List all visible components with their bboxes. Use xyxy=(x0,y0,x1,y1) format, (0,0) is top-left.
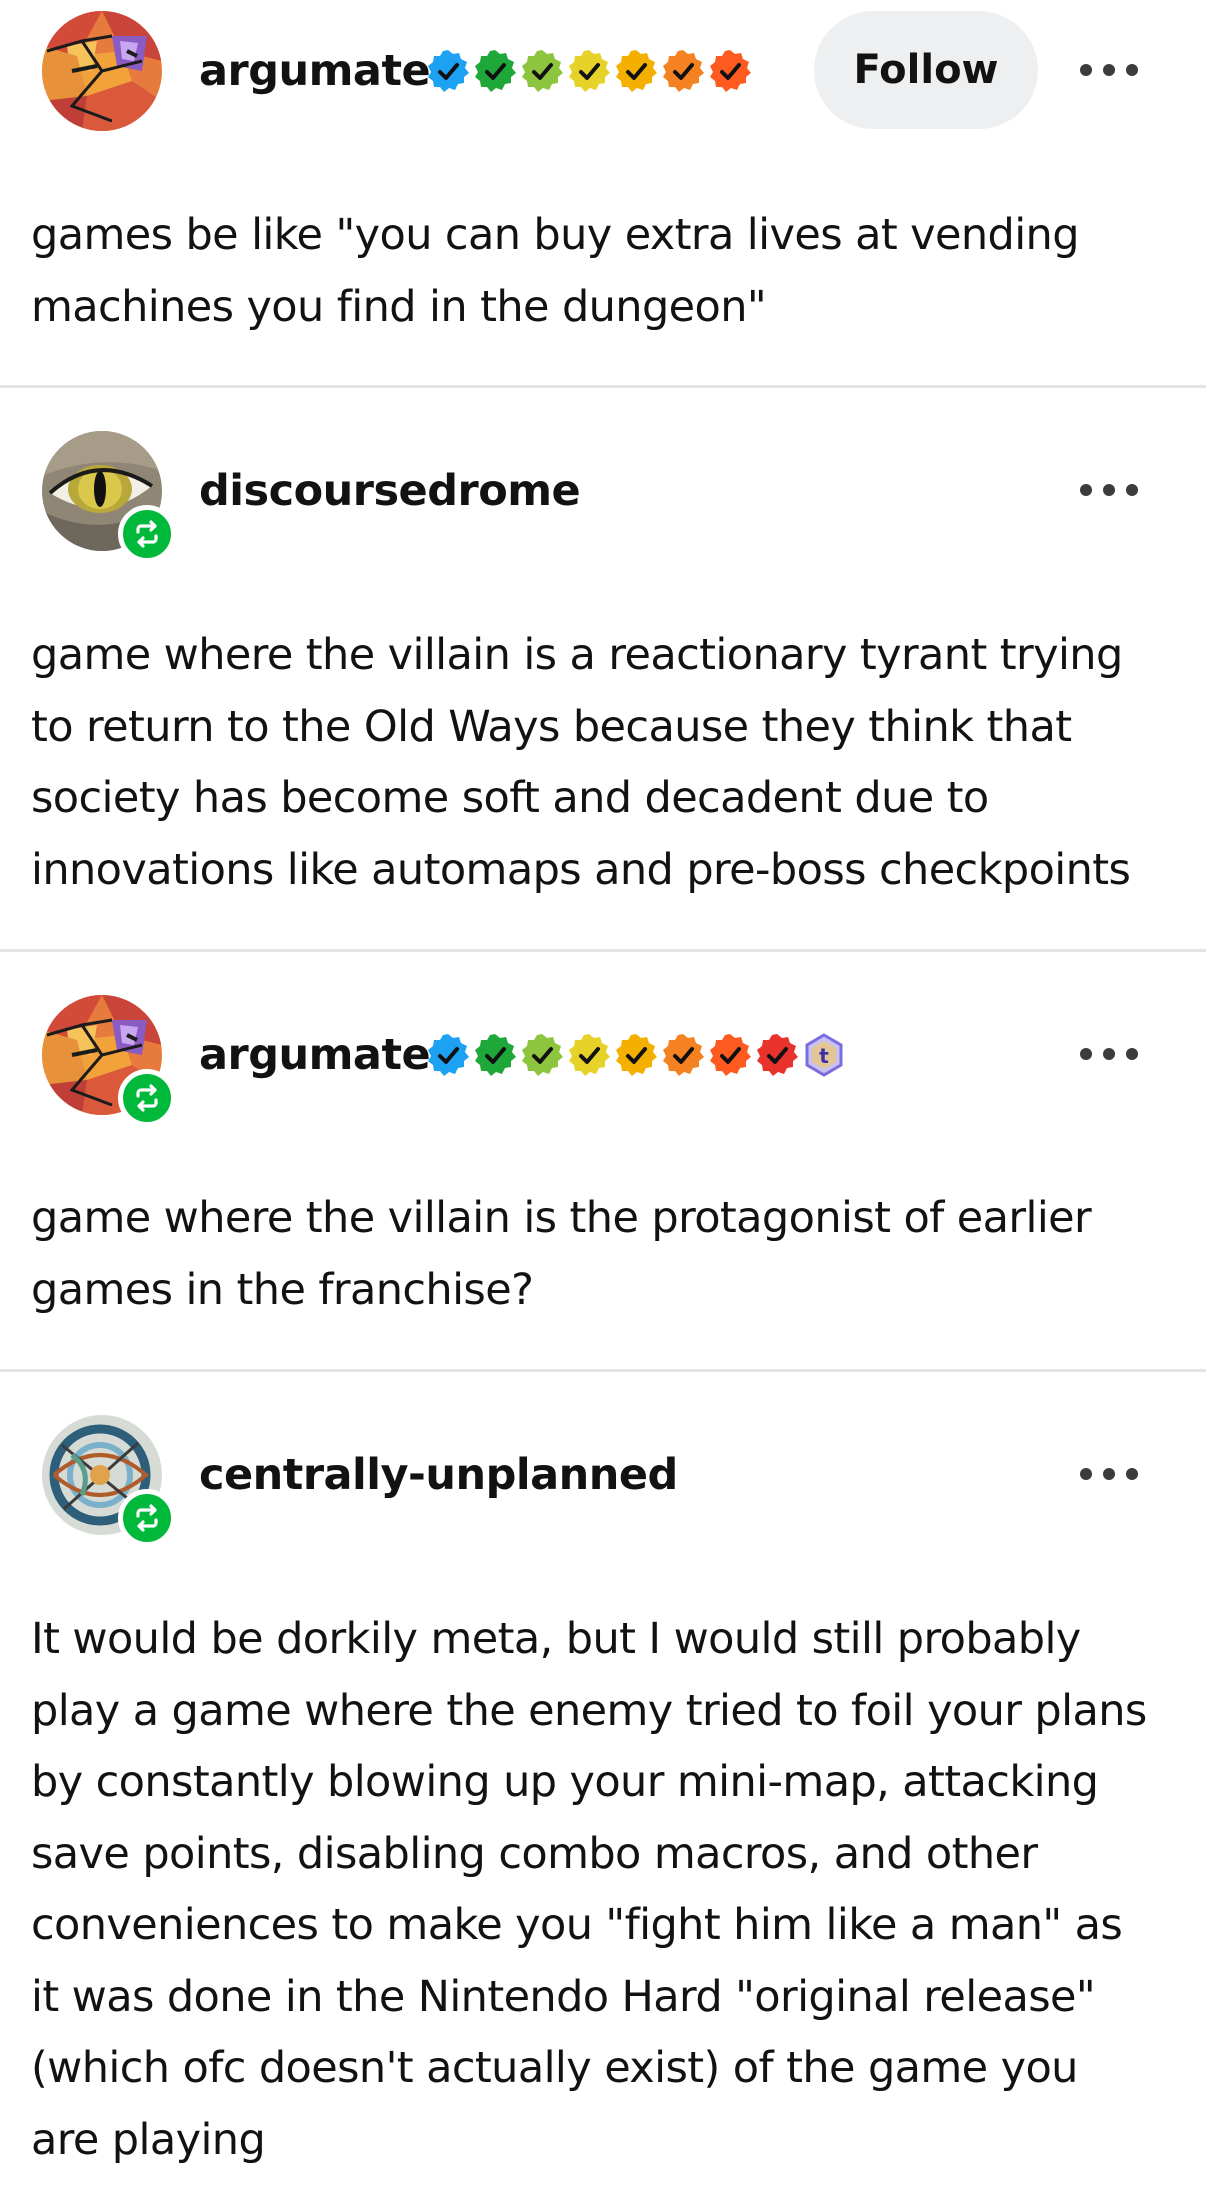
badge-row: t xyxy=(426,1033,846,1077)
avatar[interactable] xyxy=(42,1415,176,1547)
more-options-icon[interactable] xyxy=(1080,1464,1138,1484)
username[interactable]: argumate xyxy=(199,1030,431,1080)
verified-check-icon xyxy=(428,1034,469,1076)
badge-row xyxy=(426,49,752,93)
verified-check-icon xyxy=(569,50,610,92)
divider xyxy=(0,949,1206,952)
divider xyxy=(0,385,1206,388)
tumblr-t-badge-icon: t xyxy=(805,1033,843,1077)
follow-button[interactable]: Follow xyxy=(814,11,1038,129)
geometric-face-avatar-icon xyxy=(42,11,162,131)
username[interactable]: argumate xyxy=(199,46,431,96)
divider xyxy=(0,1369,1206,1372)
verified-check-icon xyxy=(616,1034,657,1076)
verified-check-icon xyxy=(710,1034,751,1076)
verified-check-icon xyxy=(522,1034,563,1076)
username[interactable]: discoursedrome xyxy=(199,466,581,516)
username[interactable]: centrally-unplanned xyxy=(199,1450,678,1500)
verified-check-icon xyxy=(475,50,516,92)
verified-check-icon xyxy=(428,50,469,92)
reblog-icon xyxy=(118,505,176,563)
reblog-icon xyxy=(118,1069,176,1127)
post-text: games be like "you can buy extra lives a… xyxy=(31,210,1079,332)
verified-check-icon xyxy=(663,50,704,92)
svg-text:t: t xyxy=(819,1044,829,1068)
avatar[interactable] xyxy=(42,11,162,131)
verified-check-icon xyxy=(757,1034,798,1076)
verified-check-icon xyxy=(710,50,751,92)
verified-check-icon xyxy=(522,50,563,92)
verified-check-icon xyxy=(475,1034,516,1076)
avatar[interactable] xyxy=(42,431,176,563)
avatar[interactable] xyxy=(42,995,176,1127)
post-text: game where the villain is the protagonis… xyxy=(31,1193,1092,1315)
more-options-icon[interactable] xyxy=(1080,60,1138,80)
more-options-icon[interactable] xyxy=(1080,1044,1138,1064)
reblog-icon xyxy=(118,1489,176,1547)
verified-check-icon xyxy=(663,1034,704,1076)
verified-check-icon xyxy=(569,1034,610,1076)
post-text: game where the villain is a reactionary … xyxy=(31,630,1131,895)
verified-check-icon xyxy=(616,50,657,92)
post-text: It would be dorkily meta, but I would st… xyxy=(31,1614,1147,2165)
more-options-icon[interactable] xyxy=(1080,480,1138,500)
